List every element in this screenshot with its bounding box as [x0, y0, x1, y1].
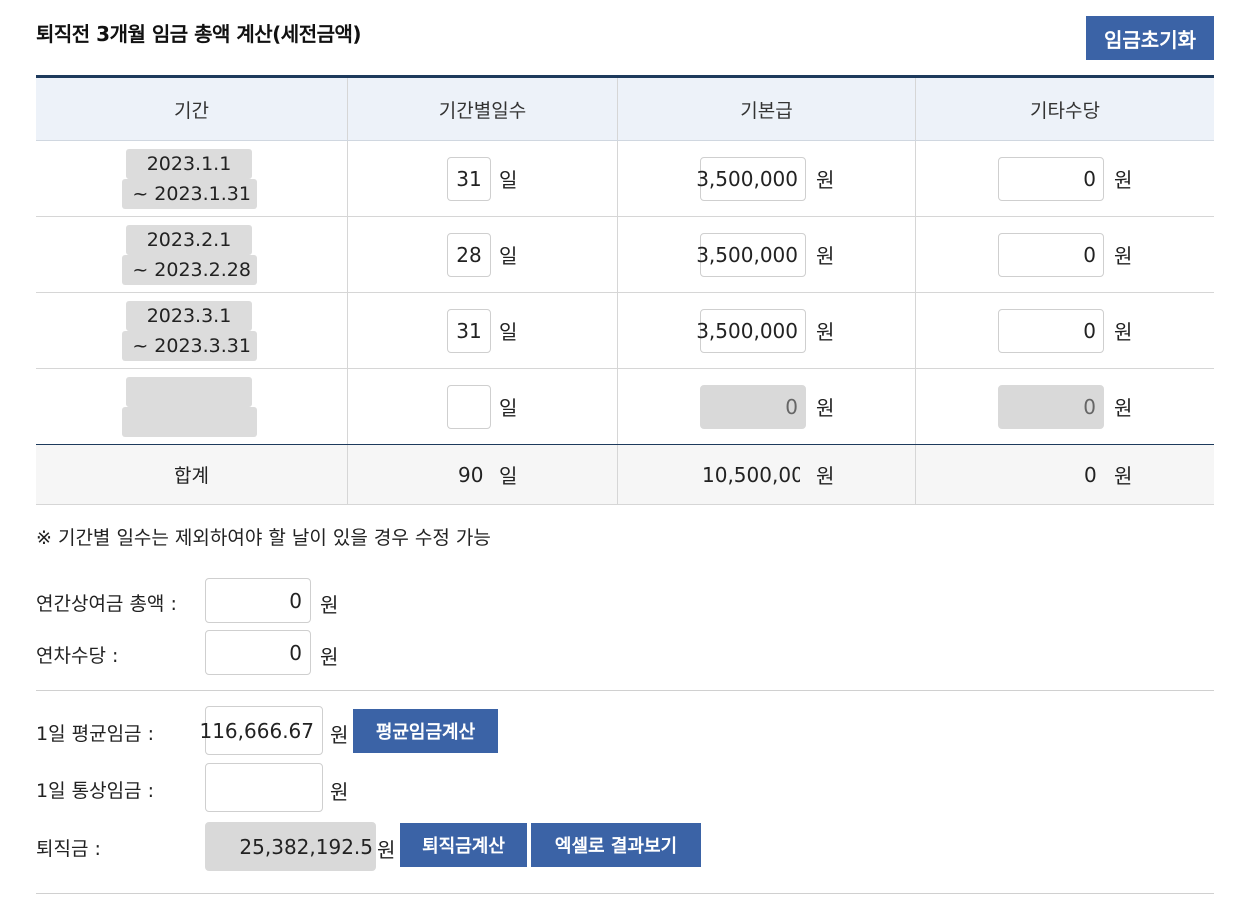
- base-pay-cell: 3,500,000 원: [618, 293, 916, 368]
- won-unit: 원: [1114, 320, 1133, 344]
- severance-calc-button[interactable]: 퇴직금계산: [400, 823, 527, 867]
- table-row: 일 0 원 0 원: [36, 369, 1214, 445]
- days-input[interactable]: 31: [447, 156, 491, 201]
- severance-output: 25,382,192.5: [205, 822, 376, 871]
- other-pay-input[interactable]: 0: [998, 308, 1104, 353]
- other-pay-cell: 0 원: [916, 217, 1214, 292]
- days-edit-note: ※ 기간별 일수는 제외하여야 할 날이 있을 경우 수정 가능: [36, 527, 491, 549]
- total-base-pay-cell: 10,500,00 원: [618, 445, 916, 504]
- period-cell: 2023.1.1 ~ 2023.1.31: [36, 141, 348, 216]
- column-header-days: 기간별일수: [348, 78, 618, 140]
- won-unit: 원: [377, 838, 396, 862]
- day-unit: 일: [499, 396, 518, 420]
- table-row: 2023.3.1 ~ 2023.3.31 31 일 3,500,000 원 0 …: [36, 293, 1214, 369]
- bonus-input[interactable]: 0: [205, 578, 311, 623]
- avg-wage-input[interactable]: 116,666.67: [199, 706, 323, 755]
- other-pay-input[interactable]: 0: [998, 232, 1104, 277]
- column-header-other-pay: 기타수당: [1030, 99, 1100, 122]
- days-input[interactable]: 31: [447, 308, 491, 353]
- annual-leave-input[interactable]: 0: [205, 630, 311, 675]
- base-pay-cell: 0 원: [618, 369, 916, 444]
- other-pay-cell: 0 원: [916, 369, 1214, 444]
- won-unit: 원: [816, 464, 835, 488]
- won-unit: 원: [320, 645, 339, 669]
- won-unit: 원: [816, 396, 835, 420]
- period-start-field[interactable]: 2023.2.1: [126, 225, 252, 255]
- base-pay-input[interactable]: 3,500,000: [696, 232, 806, 277]
- day-unit: 일: [499, 320, 518, 344]
- period-cell: 2023.2.1 ~ 2023.2.28: [36, 217, 348, 292]
- total-other-pay-cell: 0 원: [916, 445, 1214, 504]
- avg-wage-label: 1일 평균임금 :: [36, 723, 154, 745]
- severance-label: 퇴직금 :: [36, 838, 101, 860]
- period-end-field[interactable]: ~ 2023.3.31: [122, 331, 257, 361]
- period-end-field[interactable]: ~ 2023.2.28: [122, 255, 257, 285]
- annual-leave-label: 연차수당 :: [36, 645, 119, 667]
- days-input[interactable]: 28: [447, 232, 491, 277]
- period-start-field[interactable]: 2023.3.1: [126, 301, 252, 331]
- total-other-pay: 0: [1084, 462, 1097, 487]
- won-unit: 원: [1114, 396, 1133, 420]
- won-unit: 원: [1114, 464, 1133, 488]
- ordinary-wage-label: 1일 통상임금 :: [36, 780, 154, 802]
- bonus-label: 연간상여금 총액 :: [36, 593, 177, 615]
- won-unit: 원: [1114, 244, 1133, 268]
- other-pay-input[interactable]: 0: [998, 384, 1104, 429]
- period-end-field[interactable]: ~ 2023.1.31: [122, 179, 257, 209]
- won-unit: 원: [330, 723, 349, 747]
- period-cell: 2023.3.1 ~ 2023.3.31: [36, 293, 348, 368]
- won-unit: 원: [320, 593, 339, 617]
- period-end-field[interactable]: [122, 407, 257, 437]
- period-start-field[interactable]: [126, 377, 252, 407]
- won-unit: 원: [816, 168, 835, 192]
- day-unit: 일: [499, 244, 518, 268]
- base-pay-input[interactable]: 0: [700, 384, 806, 429]
- total-label: 합계: [36, 445, 348, 504]
- base-pay-cell: 3,500,000 원: [618, 217, 916, 292]
- period-start-field[interactable]: 2023.1.1: [126, 149, 252, 179]
- days-cell: 31 일: [348, 293, 618, 368]
- table-row: 2023.2.1 ~ 2023.2.28 28 일 3,500,000 원 0 …: [36, 217, 1214, 293]
- period-cell: [36, 369, 348, 444]
- page-title: 퇴직전 3개월 임금 총액 계산(세전금액): [36, 22, 362, 46]
- total-base-pay: 10,500,00: [702, 462, 800, 487]
- won-unit: 원: [816, 244, 835, 268]
- excel-export-button[interactable]: 엑셀로 결과보기: [531, 823, 701, 867]
- other-pay-input[interactable]: 0: [998, 156, 1104, 201]
- day-unit: 일: [499, 464, 518, 488]
- base-pay-cell: 3,500,000 원: [618, 141, 916, 216]
- total-days: 90: [458, 462, 484, 487]
- base-pay-input[interactable]: 3,500,000: [696, 308, 806, 353]
- base-pay-input[interactable]: 3,500,000: [696, 156, 806, 201]
- divider: [36, 893, 1214, 894]
- reset-wage-button[interactable]: 임금초기화: [1086, 16, 1214, 60]
- column-header-base-pay: 기본급: [618, 78, 916, 140]
- ordinary-wage-input[interactable]: [205, 763, 323, 812]
- table-row: 2023.1.1 ~ 2023.1.31 31 일 3,500,000 원 0 …: [36, 141, 1214, 217]
- total-row: 합계 90 일 10,500,00 원 0 원: [36, 445, 1214, 505]
- other-pay-cell: 0 원: [916, 293, 1214, 368]
- day-unit: 일: [499, 168, 518, 192]
- avg-wage-calc-button[interactable]: 평균임금계산: [353, 709, 498, 753]
- days-cell: 31 일: [348, 141, 618, 216]
- wage-table: 기간 기간별일수 기본급 기타수당 2023.1.1 ~ 2023.1.31 3…: [36, 75, 1214, 505]
- days-cell: 28 일: [348, 217, 618, 292]
- won-unit: 원: [816, 320, 835, 344]
- total-days-cell: 90 일: [348, 445, 618, 504]
- divider: [36, 690, 1214, 691]
- days-cell: 일: [348, 369, 618, 444]
- won-unit: 원: [330, 780, 349, 804]
- other-pay-cell: 0 원: [916, 141, 1214, 216]
- column-header-period: 기간: [36, 78, 348, 140]
- table-header: 기간 기간별일수 기본급 기타수당: [36, 78, 1214, 141]
- days-input[interactable]: [447, 384, 491, 429]
- won-unit: 원: [1114, 168, 1133, 192]
